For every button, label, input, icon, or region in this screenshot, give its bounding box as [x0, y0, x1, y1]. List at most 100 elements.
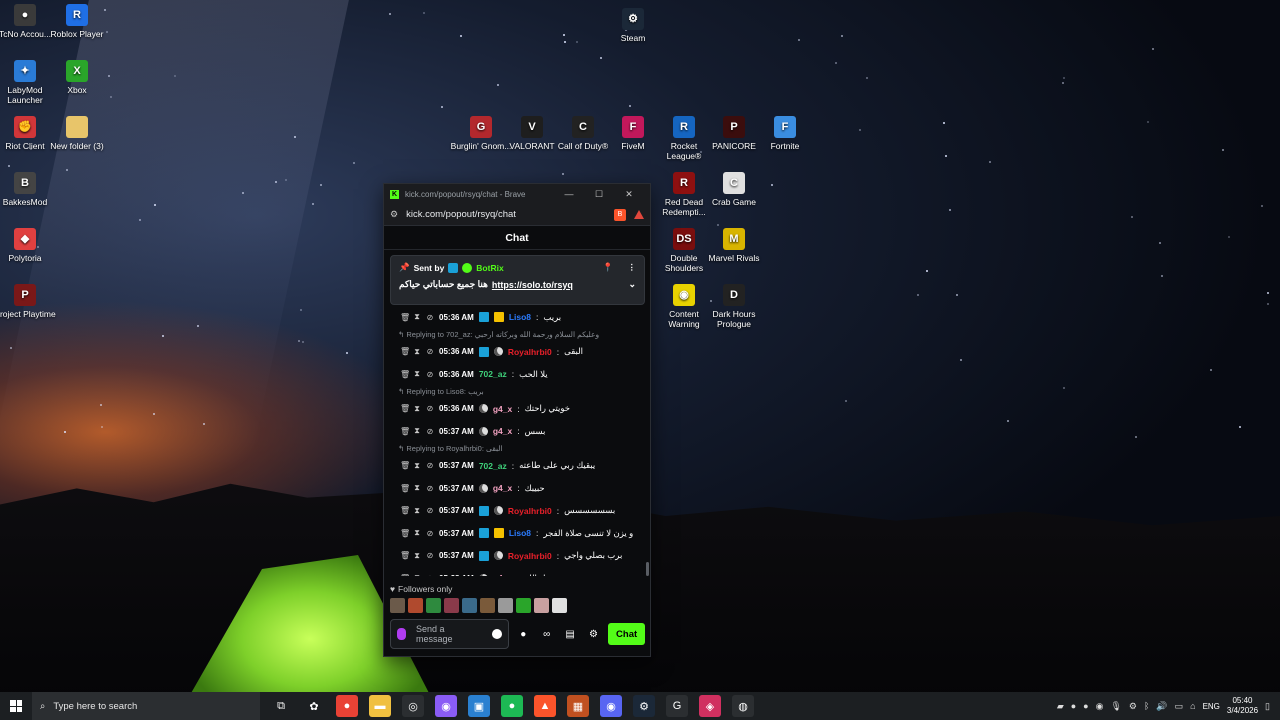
brave-shields-icon[interactable]: B [614, 208, 626, 221]
emote-icon[interactable] [498, 598, 513, 613]
username[interactable]: Royalhrbi0 [508, 551, 552, 561]
desktop-icon-bakkesmod[interactable]: B BakkesMod [0, 172, 56, 207]
desktop-icon-steam[interactable]: ⚙ Steam [602, 8, 664, 43]
steam-icon[interactable]: ⚙ [633, 695, 655, 717]
volume-icon[interactable]: 🔊 [1156, 701, 1167, 712]
settings-icon[interactable]: ⚙ [585, 629, 602, 640]
emote-icon[interactable] [534, 598, 549, 613]
emote-icon[interactable] [444, 598, 459, 613]
address-bar[interactable]: ⚙ kick.com/popout/rsyq/chat B [384, 204, 650, 226]
mic-icon[interactable] [397, 628, 406, 640]
nvidia-icon[interactable]: ▰ [1057, 701, 1064, 712]
url-text[interactable]: kick.com/popout/rsyq/chat [406, 209, 610, 220]
delete-icon[interactable]: 🗑 [400, 313, 410, 322]
file-explorer-icon[interactable]: ▬ [369, 695, 391, 717]
steam-tray-icon[interactable]: ⚙ [1129, 701, 1137, 712]
emote-icon[interactable] [480, 598, 495, 613]
store-icon[interactable]: ▤ [561, 629, 578, 640]
unpin-icon[interactable]: 📍 [603, 262, 614, 273]
desktop-icon-marvel-rivals[interactable]: M Marvel Rivals [703, 228, 765, 263]
clock[interactable]: 05:40 3/4/2026 [1227, 696, 1258, 716]
timeout-icon[interactable]: ⧗ [413, 483, 421, 493]
steelseries-icon[interactable]: ✿ [303, 695, 325, 717]
desktop-icon-project-playtime[interactable]: P Project Playtime [0, 284, 56, 319]
username[interactable]: g4_x [493, 573, 512, 576]
timeout-icon[interactable]: ⧗ [413, 312, 421, 322]
username[interactable]: g4_x [493, 426, 512, 436]
network-icon[interactable]: ⌂ [1190, 701, 1195, 711]
reply-context[interactable]: ↰ Replying to Liso8: بريب [392, 386, 642, 398]
chat-message[interactable]: 🗑 ⧗ ⊘ 05:36 AM Royalhrbi0: البقى [392, 341, 642, 364]
emote-icon[interactable] [408, 598, 423, 613]
emote-icon[interactable] [462, 598, 477, 613]
send-chat-button[interactable]: Chat [608, 623, 645, 645]
tray-app-icon[interactable]: ● [1071, 701, 1076, 711]
ban-icon[interactable]: ⊘ [426, 574, 434, 576]
ban-icon[interactable]: ⊘ [426, 370, 434, 379]
timeout-icon[interactable]: ⧗ [413, 404, 421, 414]
delete-icon[interactable]: 🗑 [400, 404, 410, 413]
emote-icon[interactable] [516, 598, 531, 613]
username[interactable]: 702_az [479, 369, 507, 379]
microphone-icon[interactable]: 🎙 [1110, 701, 1121, 712]
chat-message[interactable]: 🗑 ⧗ ⊘ 05:37 AM 702_az: يبقيك ربي على طاعته [392, 455, 642, 478]
tray-app-icon[interactable]: ◉ [1096, 701, 1104, 712]
chat-message[interactable]: 🗑 ⧗ ⊘ 05:37 AM Royalhrbi0: برب بصلي واجي [392, 545, 642, 568]
maximize-button[interactable]: ☐ [584, 189, 614, 200]
reply-context[interactable]: ↰ Replying to Royalhrbi0: البقى [392, 443, 642, 455]
battery-icon[interactable]: ▭ [1175, 701, 1184, 712]
timeout-icon[interactable]: ⧗ [413, 461, 421, 471]
delete-icon[interactable]: 🗑 [400, 370, 410, 379]
desktop-icon-new-folder-3[interactable]: New folder (3) [46, 116, 108, 151]
taskbar-search[interactable]: ⌕ Type here to search [32, 692, 260, 720]
delete-icon[interactable]: 🗑 [400, 347, 410, 356]
delete-icon[interactable]: 🗑 [400, 574, 410, 576]
chat-message[interactable]: 🗑 ⧗ ⊘ 05:37 AM g4_x: بسس [392, 420, 642, 443]
timeout-icon[interactable]: ⧗ [413, 528, 421, 538]
emote-icon[interactable] [390, 598, 405, 613]
app-g-icon[interactable]: G [666, 695, 688, 717]
chat-message[interactable]: 🗑 ⧗ ⊘ 05:37 AM Liso8: و يزن لا تنسى صلاة الفج… [392, 522, 642, 545]
pinned-username[interactable]: BotRix [476, 263, 503, 273]
delete-icon[interactable]: 🗑 [400, 551, 410, 560]
username[interactable]: g4_x [493, 483, 512, 493]
timeout-icon[interactable]: ⧗ [413, 369, 421, 379]
delete-icon[interactable]: 🗑 [400, 484, 410, 493]
infinity-icon[interactable]: ∞ [538, 629, 555, 640]
app-speed-icon[interactable]: ◍ [732, 695, 754, 717]
task-view-icon[interactable]: ⧉ [270, 695, 292, 717]
notifications-icon[interactable]: ▯ [1265, 701, 1270, 712]
desktop-icon-fortnite[interactable]: F Fortnite [754, 116, 816, 151]
app-active-icon[interactable]: ◈ [699, 695, 721, 717]
timeout-icon[interactable]: ⧗ [413, 506, 421, 516]
title-bar[interactable]: K kick.com/popout/rsyq/chat - Brave — ☐ … [384, 184, 650, 204]
ban-icon[interactable]: ⊘ [426, 506, 434, 515]
desktop-icon-dark-hours-prologue[interactable]: D Dark Hours Prologue [703, 284, 765, 329]
chat-message[interactable]: 🗑 ⧗ ⊘ 05:36 AM 702_az: يلا الحب [392, 363, 642, 386]
chat-message[interactable]: 🗑⧗ ⊘ 05:38 AM g4_x: تقبل الله [392, 567, 642, 576]
scrollbar[interactable] [646, 562, 649, 576]
timeout-icon[interactable]: ⧗ [413, 426, 421, 436]
username[interactable]: 702_az [479, 461, 507, 471]
ban-icon[interactable]: ⊘ [426, 404, 434, 413]
timeout-icon[interactable]: ⧗ [413, 573, 421, 576]
chat-message[interactable]: 🗑 ⧗ ⊘ 05:37 AM Royalhrbi0: بسسسسسس [392, 500, 642, 523]
app-circle-icon[interactable]: ◎ [402, 695, 424, 717]
site-settings-icon[interactable]: ⚙ [390, 209, 398, 220]
timeout-icon[interactable]: ⧗ [413, 551, 421, 561]
chat-message[interactable]: 🗑 ⧗ ⊘ 05:36 AM g4_x: خويتي راحتك [392, 398, 642, 421]
delete-icon[interactable]: 🗑 [400, 427, 410, 436]
ban-icon[interactable]: ⊘ [426, 529, 434, 538]
username[interactable]: g4_x [493, 404, 512, 414]
app-grid-icon[interactable]: ▦ [567, 695, 589, 717]
reply-context[interactable]: ↰ Replying to 702_az: وعليكم السلام ورحم… [392, 329, 642, 341]
brave-icon[interactable]: ▲ [534, 695, 556, 717]
message-input[interactable]: Send a message [390, 619, 509, 649]
spotify-icon[interactable]: ● [501, 695, 523, 717]
brave-rewards-icon[interactable] [634, 210, 644, 219]
language-indicator[interactable]: ENG [1203, 702, 1220, 711]
discord-alt-icon[interactable]: ◉ [435, 695, 457, 717]
desktop-icon-roblox-player[interactable]: R Roblox Player [46, 4, 108, 39]
chat-messages[interactable]: 🗑 ⧗ ⊘ 05:36 AM Liso8: بريب ↰ Replying to 702_a… [384, 306, 650, 576]
username[interactable]: Liso8 [509, 528, 531, 538]
